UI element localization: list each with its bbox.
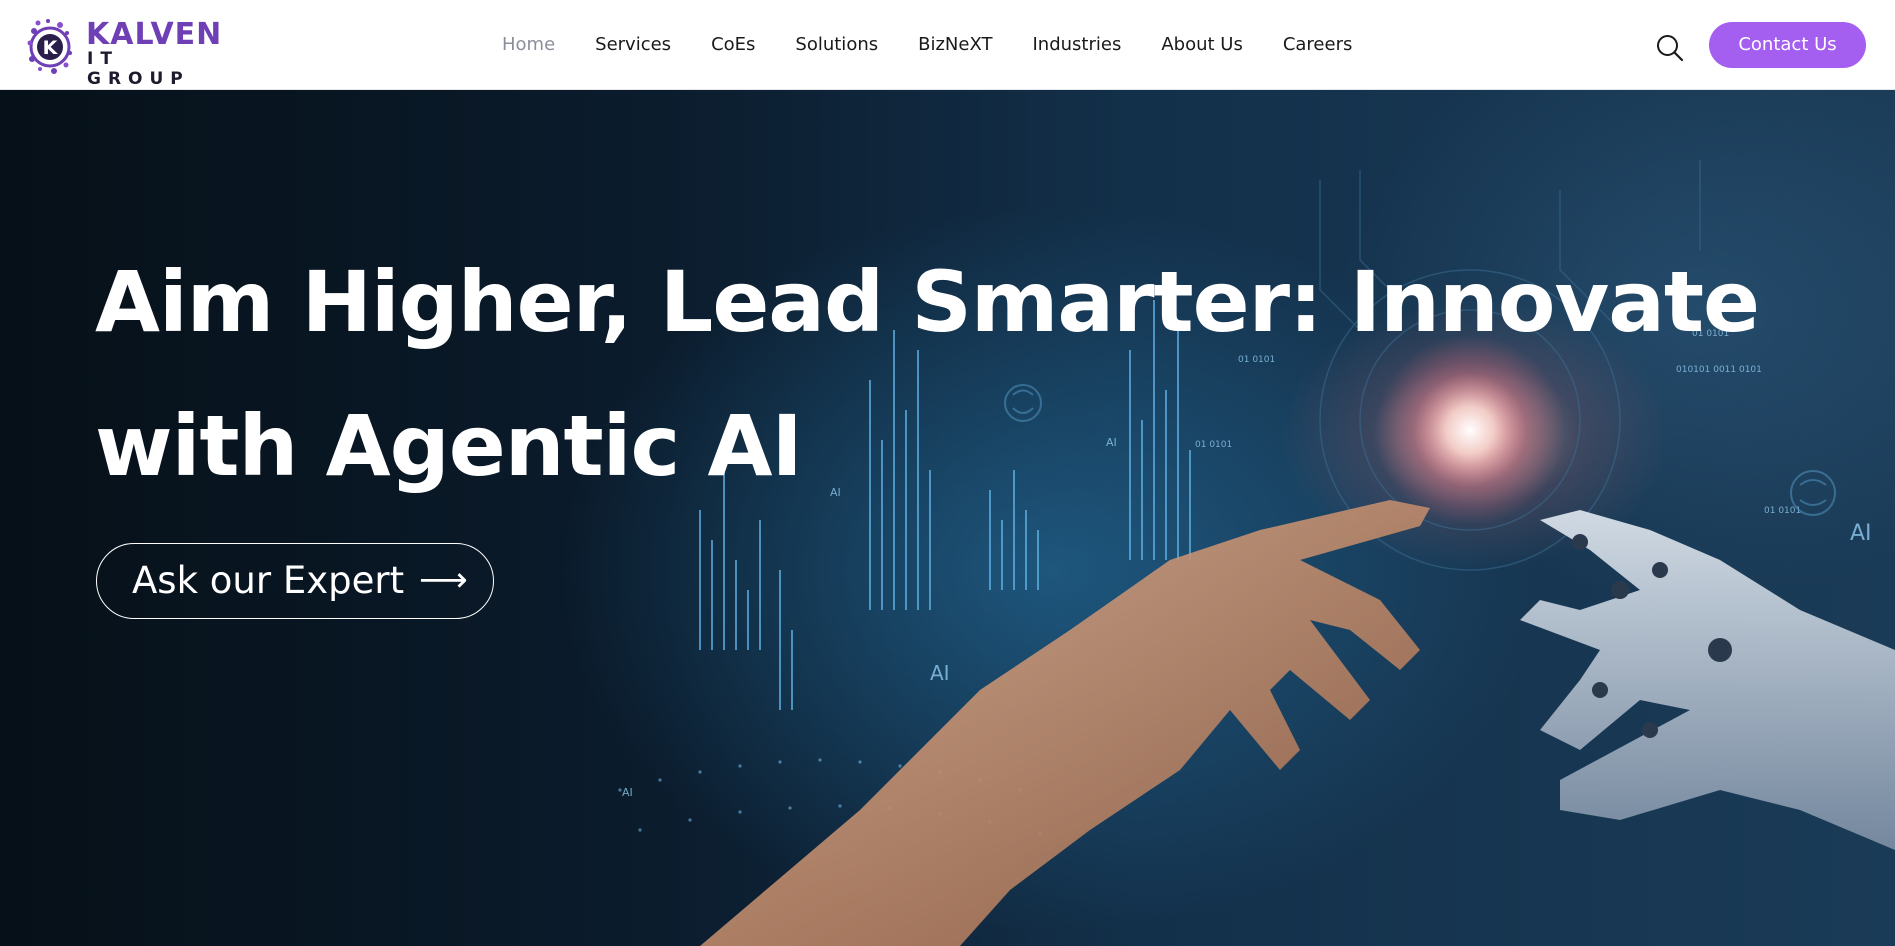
robot-hand-graphic	[1520, 510, 1895, 850]
logo-mark-icon: K	[27, 19, 72, 74]
nav-coes[interactable]: CoEs	[711, 28, 755, 62]
hero-title-line-1: Aim Higher, Lead Smarter: Innovate	[95, 253, 1760, 351]
search-icon	[1657, 35, 1684, 62]
search-button[interactable]	[1655, 33, 1685, 63]
nav-biznext[interactable]: BizNeXT	[918, 28, 992, 62]
nav-industries[interactable]: Industries	[1032, 28, 1121, 62]
hero-title-line-2: with Agentic AI	[95, 397, 803, 495]
arrow-right-icon: ⟶	[419, 560, 468, 600]
nav-careers[interactable]: Careers	[1283, 28, 1353, 62]
nav-solutions[interactable]: Solutions	[795, 28, 878, 62]
logo-wordmark: KALVEN	[86, 17, 223, 52]
hero-background-image: AI AI AI AI AI 01 0101 01 0101 010101 00…	[618, 160, 1895, 946]
svg-text:K: K	[43, 37, 59, 59]
site-header: K KALVEN IT GROUP Home Services CoEs Sol…	[0, 0, 1895, 90]
hero-title: Aim Higher, Lead Smarter: Innovate with …	[95, 230, 1815, 518]
human-hand-graphic	[700, 500, 1430, 946]
ask-our-expert-label: Ask our Expert	[132, 559, 405, 602]
contact-us-button[interactable]: Contact Us	[1709, 22, 1866, 68]
nav-services[interactable]: Services	[595, 28, 671, 62]
brand-logo[interactable]: K KALVEN IT GROUP	[24, 13, 224, 89]
nav-home[interactable]: Home	[502, 28, 555, 62]
ask-our-expert-button[interactable]: Ask our Expert ⟶	[96, 543, 494, 619]
svg-text:AI: AI	[1850, 521, 1872, 546]
logo-subtitle: IT GROUP	[87, 49, 190, 89]
hero-banner: AI AI AI AI AI 01 0101 01 0101 010101 00…	[0, 90, 1895, 946]
nav-about-us[interactable]: About Us	[1161, 28, 1243, 62]
svg-text:AI: AI	[622, 786, 633, 799]
main-nav: Home Services CoEs Solutions BizNeXT Ind…	[502, 28, 1392, 62]
svg-text:AI: AI	[930, 661, 950, 685]
